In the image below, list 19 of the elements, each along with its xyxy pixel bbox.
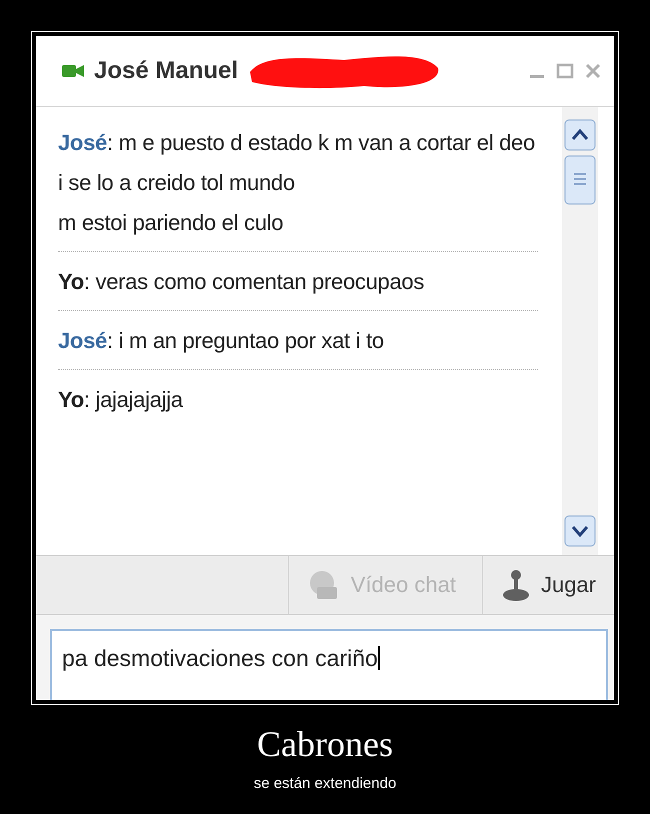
play-button[interactable]: Jugar: [482, 556, 614, 614]
video-camera-icon: [62, 64, 84, 78]
chat-message: Yo: jajajajajja: [58, 386, 184, 414]
chat-message: Yo: veras como comentan preocupaos: [58, 268, 426, 296]
chat-message: m estoi pariendo el culo: [58, 209, 284, 237]
maximize-icon[interactable]: [556, 62, 574, 80]
chat-message: José: i m an preguntao por xat i to: [58, 327, 385, 355]
window-title: José Manuel: [94, 57, 238, 85]
poster-subtitle: se están extendiendo: [252, 775, 398, 792]
poster-title: Cabrones: [256, 723, 394, 765]
chat-message: José: m e puesto d estado k m van a cortar el deo: [58, 129, 536, 157]
close-icon[interactable]: [584, 62, 602, 80]
message-input[interactable]: pa desmotivaciones con cariño: [50, 629, 608, 700]
chat-message: i se lo a creido tol mundo: [58, 169, 296, 197]
scrollbar[interactable]: [562, 107, 598, 555]
scroll-up-icon[interactable]: [564, 119, 596, 151]
scroll-thumb[interactable]: [564, 155, 596, 205]
joystick-icon: [500, 568, 531, 602]
scroll-down-icon[interactable]: [564, 515, 596, 547]
